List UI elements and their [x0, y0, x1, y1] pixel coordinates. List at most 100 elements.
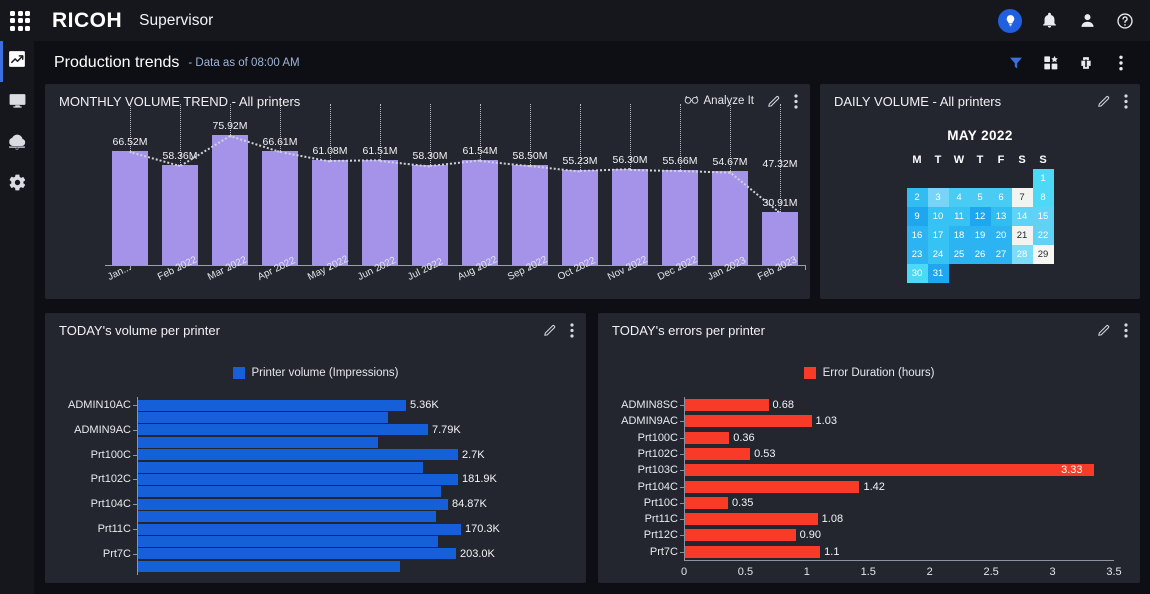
chart-bar[interactable]	[138, 399, 406, 411]
sidebar-item-production-trends[interactable]	[0, 41, 34, 82]
calendar-day-cell[interactable]: 17	[927, 226, 949, 245]
calendar-day-cell[interactable]: 10	[927, 207, 949, 226]
widgets-icon[interactable]	[1042, 54, 1060, 72]
calendar-day-cell[interactable]: 30	[906, 264, 928, 283]
chart-bar[interactable]	[685, 513, 818, 526]
monthly-bar[interactable]	[262, 150, 298, 265]
calendar-day-cell[interactable]: 25	[948, 245, 970, 264]
pencil-icon[interactable]	[767, 94, 781, 108]
bell-icon[interactable]	[1038, 10, 1060, 32]
printer-icon[interactable]	[1077, 54, 1095, 72]
calendar-cell-empty	[1012, 264, 1033, 283]
help-circle-icon[interactable]	[1114, 10, 1136, 32]
more-vertical-icon[interactable]	[1112, 54, 1130, 72]
calendar-day-cell[interactable]: 27	[990, 245, 1012, 264]
filter-icon[interactable]	[1007, 54, 1025, 72]
calendar-day-cell[interactable]: 19	[969, 226, 991, 245]
calendar-day-cell[interactable]: 1	[1032, 169, 1054, 188]
calendar-day-cell[interactable]: 22	[1032, 226, 1054, 245]
pencil-icon[interactable]	[1097, 94, 1111, 108]
chart-bar[interactable]	[685, 399, 769, 411]
calendar-day-cell[interactable]: 13	[990, 207, 1012, 226]
chart-bar[interactable]	[138, 523, 461, 535]
more-vertical-icon[interactable]	[570, 322, 574, 338]
chart-bar[interactable]	[685, 545, 821, 558]
monthly-bar[interactable]	[512, 164, 548, 265]
monthly-bar[interactable]	[612, 168, 648, 265]
monthly-bar[interactable]	[412, 165, 448, 265]
chart-bar[interactable]	[138, 412, 388, 423]
monthly-bar[interactable]	[712, 171, 748, 265]
monthly-bar-label: 58.30M	[412, 150, 448, 163]
calendar-day-cell[interactable]: 2	[906, 188, 928, 207]
chart-bar[interactable]	[138, 511, 436, 523]
chart-bar[interactable]	[138, 424, 428, 436]
apps-grid-icon[interactable]	[8, 9, 32, 33]
calendar-day-cell[interactable]: 4	[948, 188, 970, 207]
analyze-it-button[interactable]: Analyze It	[684, 94, 754, 108]
chart-bar[interactable]	[685, 447, 751, 460]
monthly-axis-endcap	[805, 265, 806, 270]
calendar-day-cell[interactable]: 29	[1032, 245, 1054, 264]
calendar-day-cell[interactable]: 9	[906, 207, 928, 226]
chart-bar[interactable]	[138, 560, 400, 572]
sidebar-item-monitor[interactable]	[0, 82, 34, 123]
calendar-day-cell[interactable]: 14	[1011, 207, 1033, 226]
calendar-week-row: 1	[907, 169, 1054, 188]
calendar-day-cell[interactable]: 20	[990, 226, 1012, 245]
chart-bar[interactable]	[138, 486, 441, 498]
calendar-day-cell[interactable]: 6	[990, 188, 1012, 207]
chart-y-tick	[680, 437, 684, 439]
user-icon[interactable]	[1076, 10, 1098, 32]
calendar-day-cell[interactable]: 16	[906, 226, 928, 245]
calendar-day-cell[interactable]: 8	[1032, 188, 1054, 207]
calendar-day-cell[interactable]: 5	[969, 188, 991, 207]
chart-bar[interactable]	[685, 431, 730, 444]
chart-bar[interactable]	[138, 461, 423, 473]
calendar-day-cell[interactable]: 28	[1011, 245, 1033, 264]
monthly-bar[interactable]	[162, 165, 198, 265]
monthly-bar[interactable]	[362, 159, 398, 265]
monthly-bar[interactable]	[562, 170, 598, 265]
chart-bar[interactable]	[685, 464, 1095, 477]
chart-bar[interactable]	[138, 449, 458, 461]
monthly-bar[interactable]	[312, 160, 348, 265]
calendar-day-cell[interactable]: 18	[948, 226, 970, 245]
monthly-bar[interactable]	[212, 135, 248, 265]
chart-bar[interactable]	[685, 496, 728, 509]
pencil-icon[interactable]	[1097, 323, 1111, 337]
chart-bar[interactable]	[138, 498, 448, 510]
chart-bar[interactable]	[685, 480, 860, 493]
calendar-day-cell[interactable]: 21	[1011, 226, 1033, 245]
chart-bar[interactable]	[138, 473, 458, 485]
calendar-day-cell[interactable]: 12	[969, 207, 991, 226]
calendar-day-cell[interactable]: 15	[1032, 207, 1054, 226]
calendar-day-cell[interactable]: 11	[948, 207, 970, 226]
chart-bar[interactable]	[685, 529, 796, 542]
chart-bar-value: 0.90	[799, 529, 821, 542]
calendar-week-row: 23 24 25 26 27 28 29	[906, 245, 1054, 264]
chart-bar[interactable]	[685, 415, 812, 428]
monthly-bar[interactable]	[112, 151, 148, 265]
lightbulb-icon[interactable]	[998, 8, 1022, 33]
monthly-bar-label: 55.23M	[562, 155, 598, 168]
chart-bar[interactable]	[138, 436, 378, 448]
monthly-bar[interactable]	[462, 159, 498, 265]
more-vertical-icon[interactable]	[1124, 93, 1128, 109]
calendar-day-cell[interactable]: 3	[927, 188, 949, 207]
sidebar-item-settings[interactable]	[0, 164, 34, 205]
calendar-day-cell[interactable]: 23	[906, 245, 928, 264]
pencil-icon[interactable]	[543, 323, 557, 337]
calendar-day-cell[interactable]: 26	[969, 245, 991, 264]
monthly-bar[interactable]	[662, 169, 698, 265]
monthly-chart-plot: 66.52M 58.36M 75.92M 66.61M 61.08M 61.51M 58.3…	[45, 104, 810, 298]
chart-bar[interactable]	[138, 536, 438, 547]
more-vertical-icon[interactable]	[1124, 322, 1128, 338]
more-vertical-icon[interactable]	[794, 93, 798, 109]
chart-bar[interactable]	[138, 548, 456, 560]
sidebar-item-cloud-upload[interactable]	[0, 123, 34, 164]
calendar-day-cell[interactable]: 7	[1011, 188, 1033, 207]
calendar-day-cell[interactable]: 31	[927, 264, 949, 283]
chart-category-label: Prt11C	[644, 513, 678, 526]
calendar-day-cell[interactable]: 24	[927, 245, 949, 264]
